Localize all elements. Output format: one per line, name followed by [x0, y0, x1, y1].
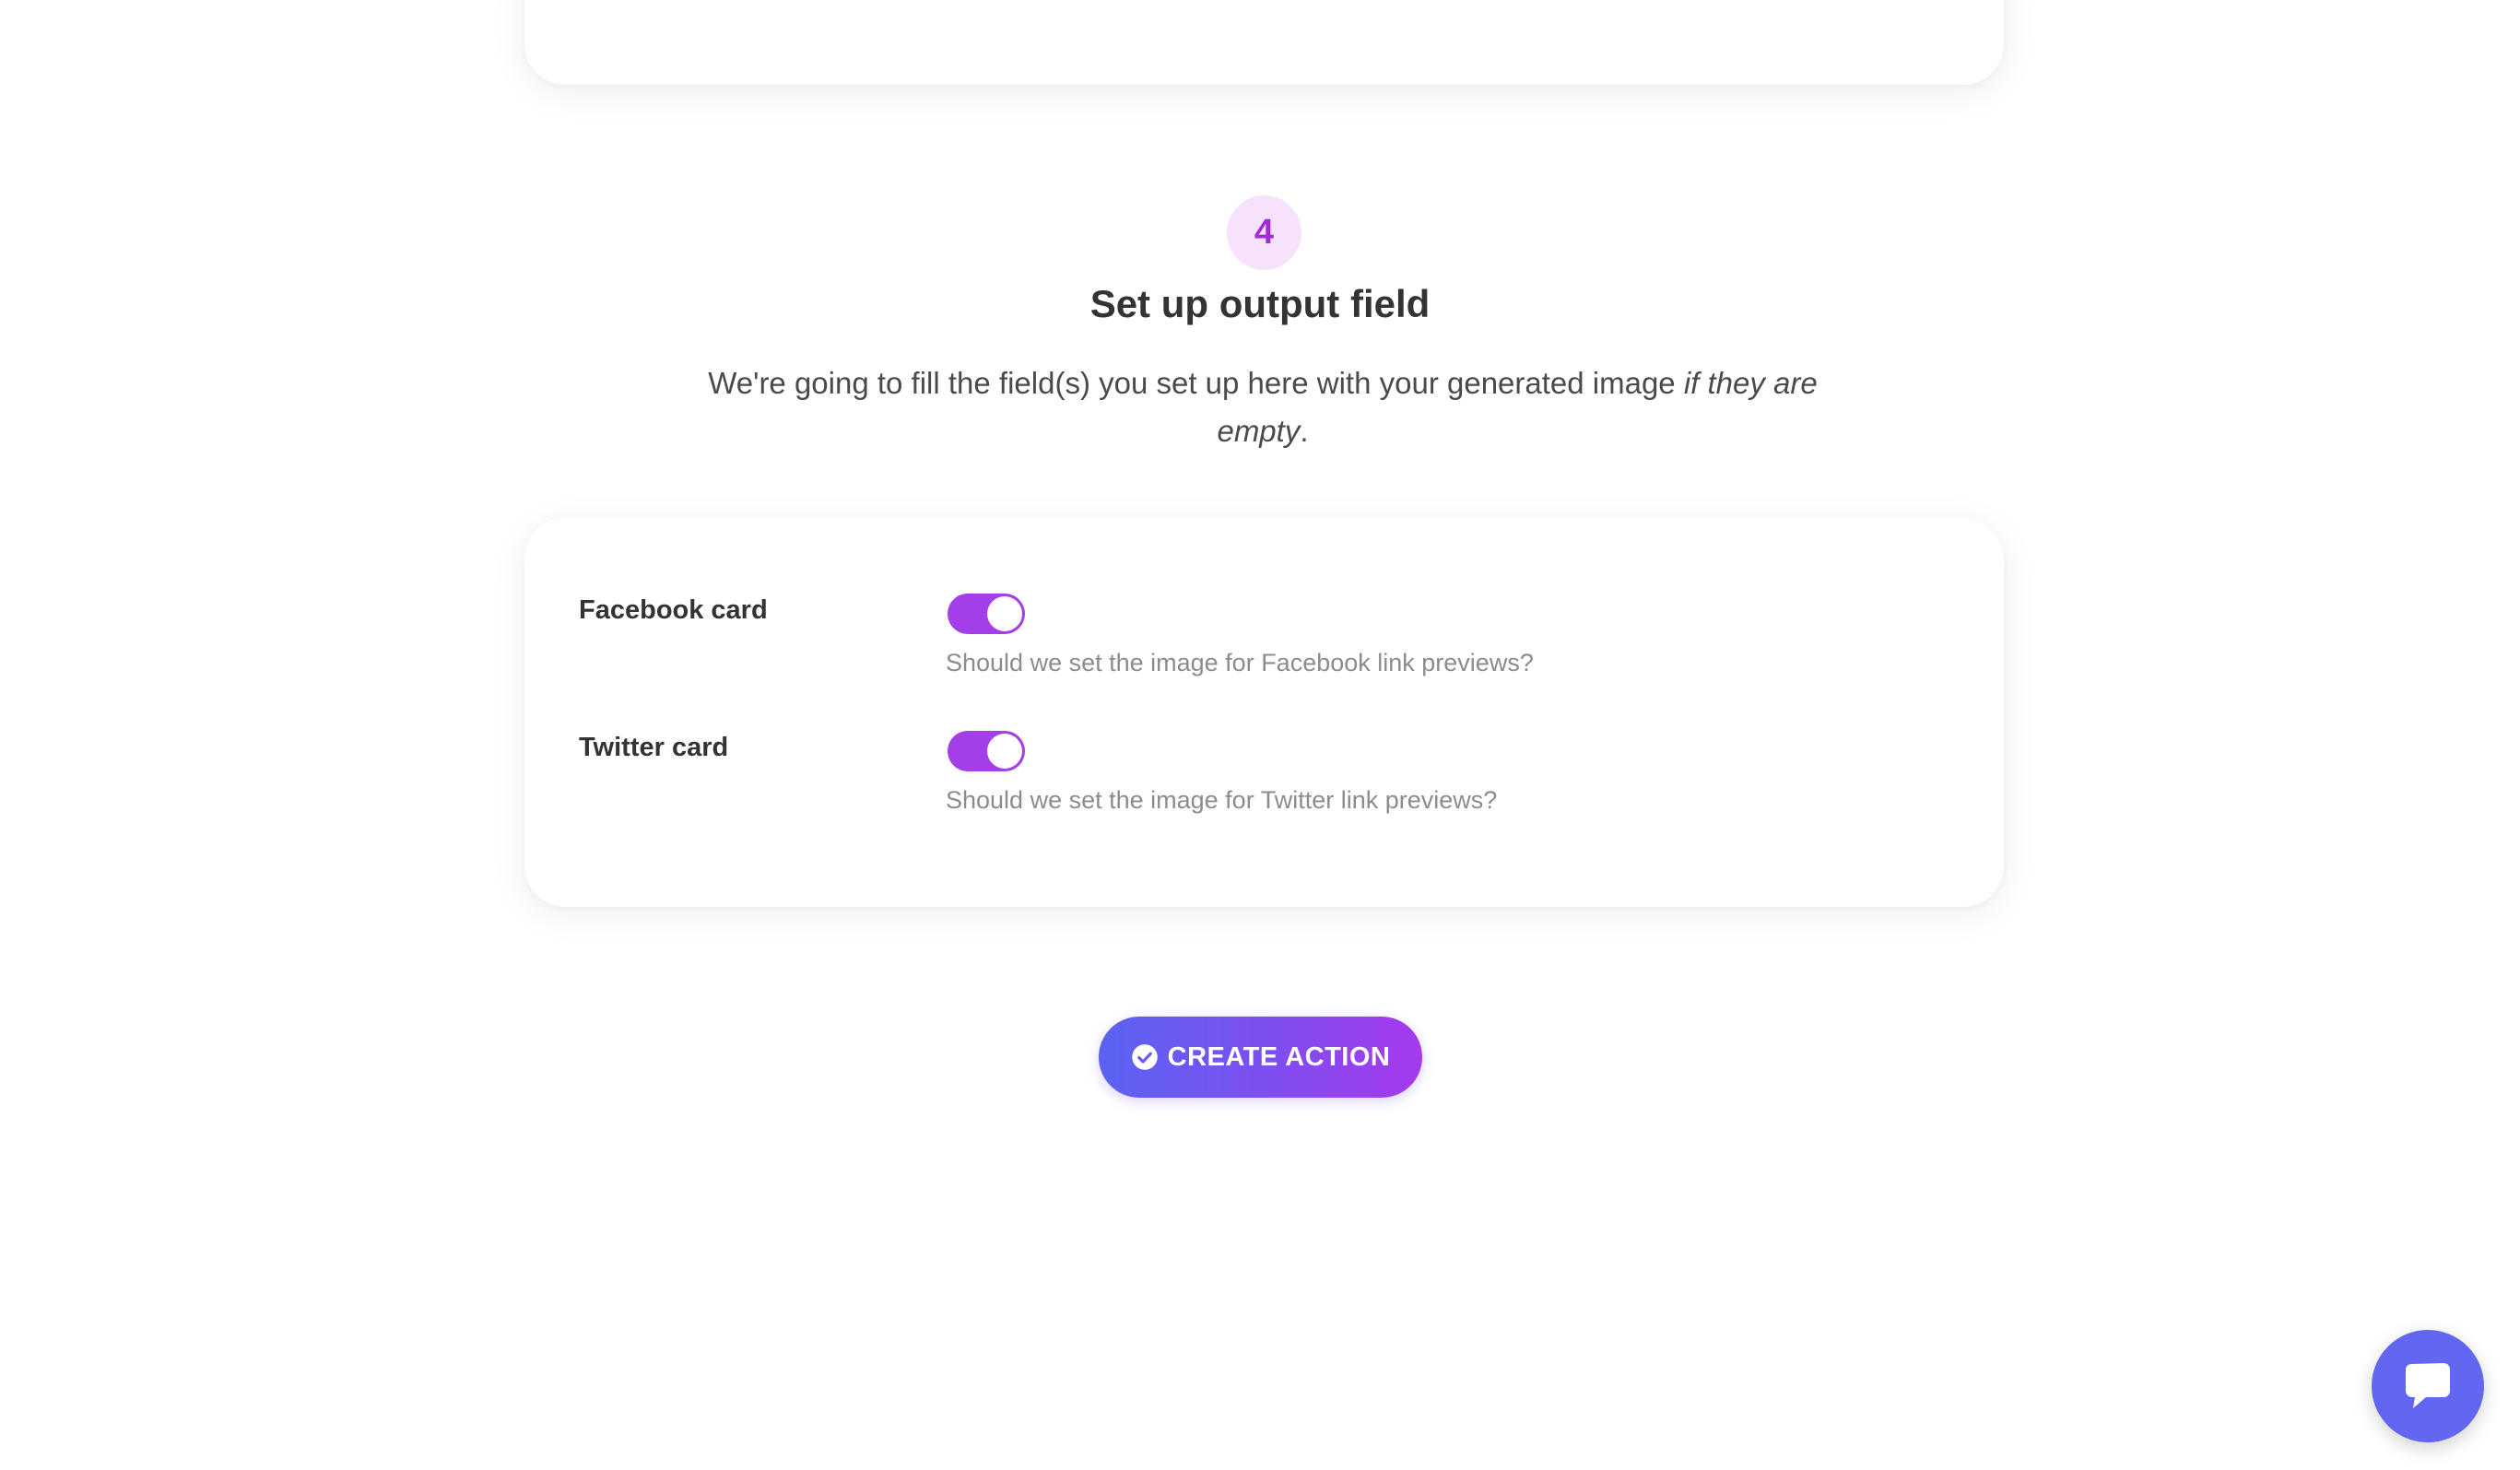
create-action-label: CREATE ACTION	[1167, 1041, 1391, 1072]
field-label-twitter: Twitter card	[579, 733, 729, 762]
field-row-facebook: Facebook card Should we set the image fo…	[579, 594, 1949, 695]
description-end: .	[1300, 414, 1309, 448]
create-action-button[interactable]: CREATE ACTION	[1099, 1017, 1422, 1098]
output-fields-card: Facebook card Should we set the image fo…	[524, 518, 2004, 907]
field-help-twitter: Should we set the image for Twitter link…	[946, 786, 1498, 814]
chat-bubble-icon	[2400, 1360, 2455, 1412]
toggle-knob	[987, 734, 1022, 769]
previous-step-card	[524, 0, 2004, 85]
description-text: We're going to fill the field(s) you set…	[708, 366, 1684, 400]
section-title: Set up output field	[1089, 282, 1431, 325]
step-number: 4	[1254, 213, 1275, 252]
check-circle-icon	[1131, 1043, 1159, 1071]
facebook-card-toggle[interactable]	[948, 594, 1025, 634]
twitter-card-toggle[interactable]	[948, 731, 1025, 771]
toggle-knob	[987, 596, 1022, 631]
field-label-facebook: Facebook card	[579, 595, 768, 625]
section-description: We're going to fill the field(s) you set…	[664, 359, 1862, 455]
field-help-facebook: Should we set the image for Facebook lin…	[946, 649, 1534, 676]
field-row-twitter: Twitter card Should we set the image for…	[579, 731, 1949, 832]
step-number-badge: 4	[1227, 195, 1301, 270]
chat-launcher-button[interactable]	[2372, 1330, 2484, 1442]
